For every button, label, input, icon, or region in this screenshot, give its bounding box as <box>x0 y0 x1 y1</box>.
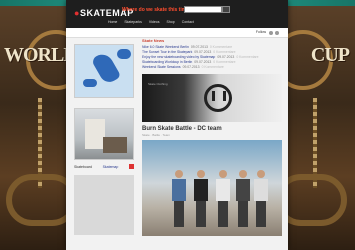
search-input[interactable] <box>184 6 222 13</box>
sidebar-label-row: Skateboard Skatemap <box>74 164 134 169</box>
post-title[interactable]: Burn Skate Battle - DC team <box>142 126 282 132</box>
park-ramp <box>103 137 127 153</box>
main-content: Skate News Nike 6.0 Skate Weekend Berlin… <box>142 38 282 236</box>
feature-caption: Skate Clothing <box>148 82 168 86</box>
sidebar-link[interactable]: Skatemap <box>103 165 119 169</box>
map-land <box>117 49 131 59</box>
wallpaper-right-word: CUP <box>310 44 350 66</box>
feature-banner[interactable]: Skate Clothing <box>142 74 282 122</box>
twitter-icon[interactable] <box>275 31 279 35</box>
park-wall <box>85 119 105 149</box>
person-figure <box>172 170 186 228</box>
social-follow-label: Follow <box>255 30 266 34</box>
brand-logo-icon <box>204 84 232 112</box>
search-question: Where do we skate this time? <box>122 7 193 13</box>
facebook-icon[interactable] <box>269 31 273 35</box>
person-figure <box>194 170 208 228</box>
website-page: ●SKATEMAP Where do we skate this time? H… <box>66 0 288 250</box>
search-button[interactable] <box>222 6 230 13</box>
skatepark-photo[interactable] <box>74 108 134 160</box>
red-badge-icon <box>128 164 134 169</box>
left-column: Skateboard Skatemap <box>74 44 134 235</box>
nav-item-contact[interactable]: Contact <box>182 20 194 24</box>
nav-item-skateparks[interactable]: Skateparks <box>124 20 142 24</box>
news-list: Nike 6.0 Skate Weekend Berlin 09.07.2013 0… <box>142 45 282 70</box>
list-item[interactable]: Weekend Skate Sessions 09.07.2013 0 Kommen… <box>142 65 282 70</box>
person-figure <box>236 170 250 228</box>
nav-item-videos[interactable]: Videos <box>149 20 160 24</box>
sidebar-ad-box <box>74 175 134 235</box>
sub-bar: Follow <box>66 28 288 38</box>
news-heading: Skate News <box>142 38 165 43</box>
main-nav: Home Skateparks Videos Shop Contact <box>108 20 194 24</box>
post-meta: Skate · Battle · Team <box>142 133 170 137</box>
person-figure <box>254 170 268 228</box>
nav-item-home[interactable]: Home <box>108 20 117 24</box>
site-header: ●SKATEMAP Where do we skate this time? H… <box>66 0 288 28</box>
skatepark-map[interactable] <box>74 44 134 98</box>
nav-item-shop[interactable]: Shop <box>167 20 175 24</box>
sidebar-label: Skateboard <box>74 164 92 169</box>
person-figure <box>216 170 230 228</box>
team-photo[interactable] <box>142 140 282 236</box>
map-land <box>83 79 97 87</box>
